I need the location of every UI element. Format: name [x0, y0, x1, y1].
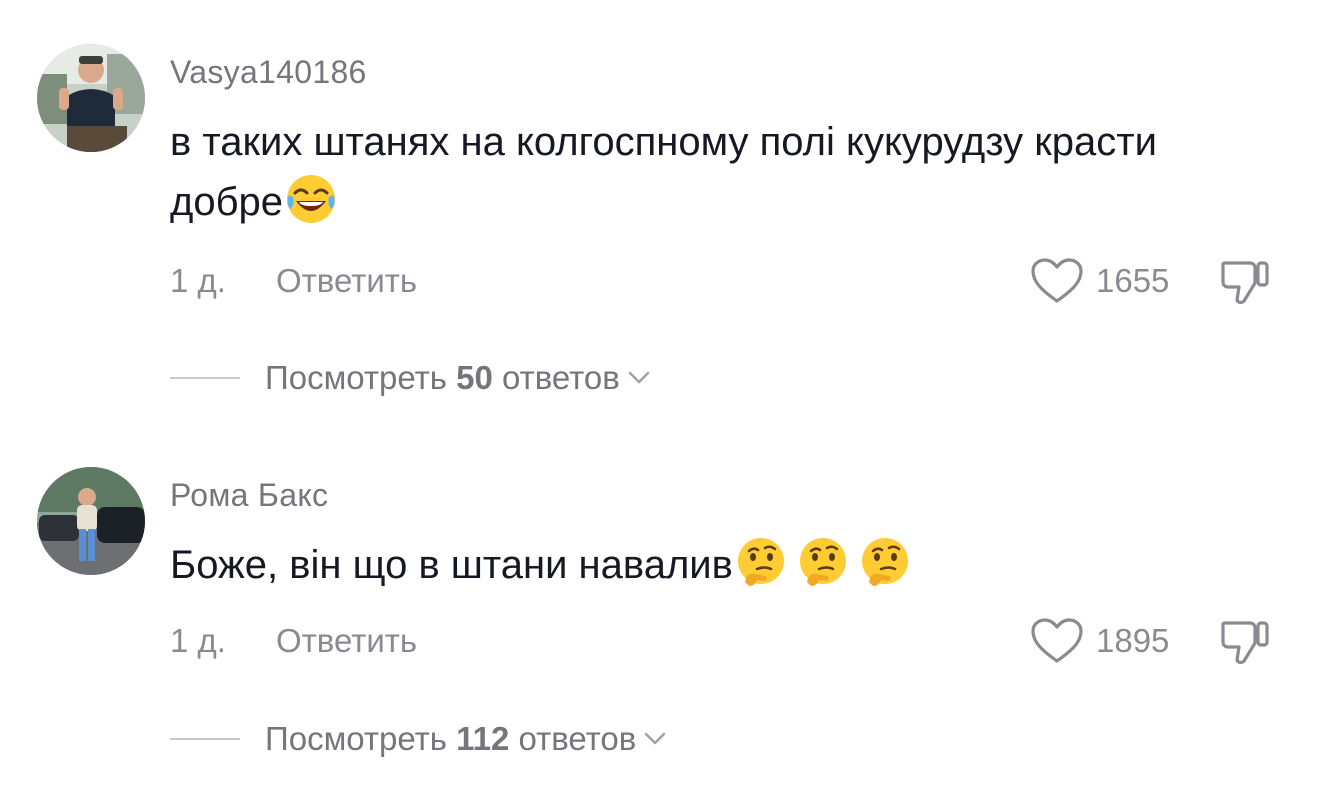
- view-replies-suffix: ответов: [518, 720, 637, 757]
- thinking-face-emoji: [859, 536, 911, 588]
- replies-divider: [170, 738, 240, 740]
- replies-count: 112: [456, 720, 510, 757]
- heart-icon[interactable]: [1030, 617, 1084, 665]
- view-replies-button[interactable]: Посмотреть 112 ответов: [265, 720, 668, 758]
- comment-username[interactable]: Рома Бакс: [170, 477, 328, 514]
- reply-button[interactable]: Ответить: [276, 622, 417, 660]
- comment-text: Боже, він що в штани навалив: [170, 535, 1180, 595]
- comment-age: 1 д.: [170, 622, 226, 659]
- thumbs-down-icon[interactable]: [1218, 613, 1272, 667]
- view-replies-prefix: Посмотреть: [265, 720, 447, 757]
- thinking-face-emoji: [735, 536, 787, 588]
- comment-item: Рома Бакс Боже, він що в штани навалив 1…: [0, 0, 1320, 803]
- thinking-face-emoji: [797, 536, 849, 588]
- user-avatar[interactable]: [37, 467, 145, 575]
- like-count: 1895: [1096, 622, 1170, 659]
- chevron-down-icon: [645, 732, 666, 745]
- comment-text-body: Боже, він що в штани навалив: [170, 543, 733, 587]
